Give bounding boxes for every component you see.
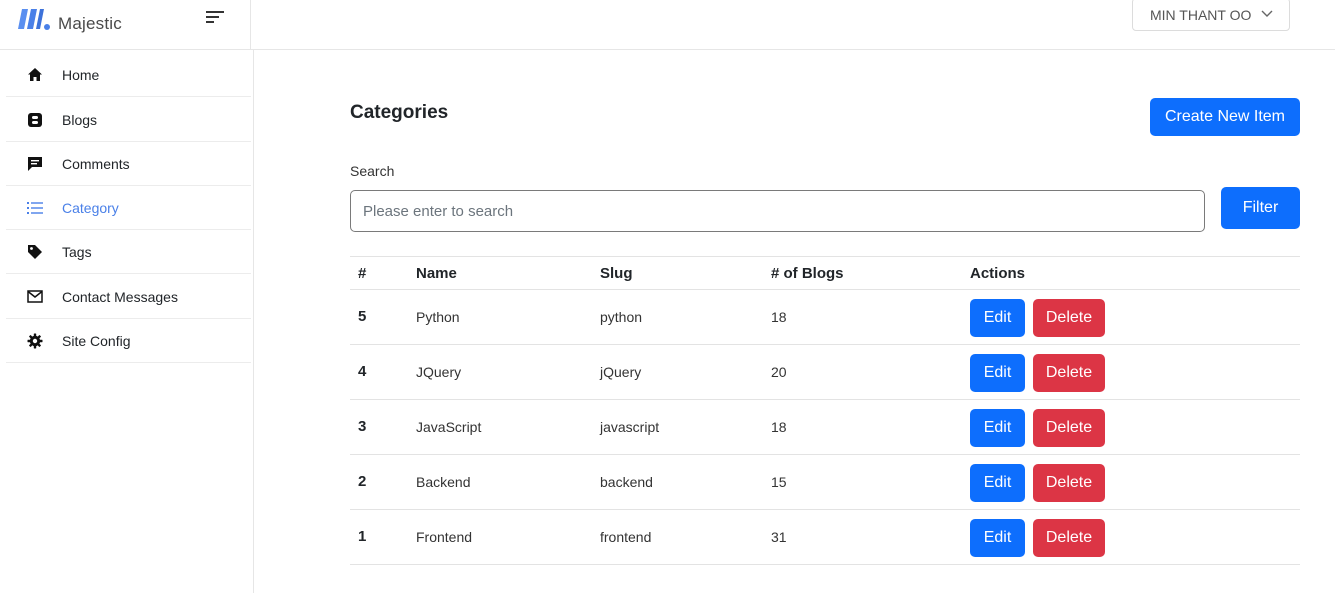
sidebar-item-label: Site Config [62, 332, 131, 349]
cell-blog-count: 18 [771, 309, 787, 325]
search-label: Search [350, 163, 395, 179]
sidebar-item-comments[interactable]: Comments [6, 142, 251, 186]
row-divider [964, 564, 1300, 565]
blog-icon [26, 111, 44, 129]
row-divider [350, 564, 964, 565]
sidebar-item-home[interactable]: Home [6, 53, 251, 97]
table-row: 1 Frontend frontend 31 Edit Delete [350, 510, 1300, 565]
delete-button[interactable]: Delete [1033, 299, 1105, 337]
sidebar-item-label: Category [62, 199, 119, 216]
sidebar-item-blogs[interactable]: Blogs [6, 98, 251, 142]
cell-blog-count: 31 [771, 529, 787, 545]
sidebar-item-label: Home [62, 66, 100, 83]
cell-index: 1 [358, 528, 367, 545]
sidebar-item-label: Blogs [62, 111, 98, 128]
edit-button[interactable]: Edit [970, 464, 1025, 502]
create-new-item-button[interactable]: Create New Item [1150, 98, 1300, 136]
edit-button[interactable]: Edit [970, 409, 1025, 447]
user-menu-button[interactable]: MIN THANT OO [1132, 0, 1290, 31]
tag-icon [26, 243, 44, 261]
column-header-slug: Slug [600, 265, 633, 282]
cell-index: 3 [358, 418, 367, 435]
cell-name: JQuery [416, 364, 462, 380]
edit-button[interactable]: Edit [970, 519, 1025, 557]
cell-index: 5 [358, 308, 367, 325]
cell-slug: frontend [600, 529, 652, 545]
mail-icon [26, 288, 44, 306]
comment-icon [26, 155, 44, 173]
list-icon [26, 199, 44, 217]
edit-button[interactable]: Edit [970, 354, 1025, 392]
cell-blog-count: 18 [771, 419, 787, 435]
cell-slug: python [600, 309, 643, 325]
cell-blog-count: 20 [771, 364, 787, 380]
delete-button[interactable]: Delete [1033, 519, 1105, 557]
cell-name: JavaScript [416, 419, 482, 435]
home-icon [26, 66, 44, 84]
cell-slug: backend [600, 474, 653, 490]
delete-button[interactable]: Delete [1033, 354, 1105, 392]
sidebar: Home Blogs Comments Category Tags Contac… [0, 50, 254, 593]
cell-name: Python [416, 309, 460, 325]
sidebar-item-label: Tags [62, 243, 92, 260]
cell-slug: jQuery [600, 364, 642, 380]
table-row: 4 JQuery jQuery 20 Edit Delete [350, 345, 1300, 400]
sidebar-item-site-config[interactable]: Site Config [6, 319, 251, 363]
top-bar: Majestic MIN THANT OO [0, 0, 1335, 50]
chevron-down-icon [1261, 10, 1273, 17]
column-header-index: # [358, 265, 367, 282]
cell-index: 4 [358, 363, 367, 380]
cell-name: Frontend [416, 529, 473, 545]
delete-button[interactable]: Delete [1033, 464, 1105, 502]
sidebar-item-label: Comments [62, 155, 130, 172]
user-name: MIN THANT OO [1150, 6, 1252, 23]
sidebar-item-label: Contact Messages [62, 288, 178, 305]
page-title: Categories [350, 102, 449, 123]
search-input[interactable] [350, 190, 1205, 232]
table-row: 3 JavaScript javascript 18 Edit Delete [350, 400, 1300, 455]
table-row: 5 Python python 18 Edit Delete [350, 290, 1300, 345]
table-row: 2 Backend backend 15 Edit Delete [350, 455, 1300, 510]
gear-icon [26, 332, 44, 350]
delete-button[interactable]: Delete [1033, 409, 1105, 447]
sidebar-item-contact-messages[interactable]: Contact Messages [6, 275, 251, 319]
menu-toggle-icon[interactable] [205, 10, 225, 26]
cell-blog-count: 15 [771, 474, 787, 490]
brand-name: Majestic [58, 14, 122, 33]
sidebar-item-tags[interactable]: Tags [6, 230, 251, 274]
edit-button[interactable]: Edit [970, 299, 1025, 337]
cell-index: 2 [358, 473, 367, 490]
cell-name: Backend [416, 474, 471, 490]
filter-button[interactable]: Filter [1221, 187, 1300, 229]
column-header-blog-count: # of Blogs [771, 265, 844, 282]
brand: Majestic [0, 0, 251, 50]
table-header: # Name Slug # of Blogs Actions [350, 256, 1300, 290]
cell-slug: javascript [600, 419, 660, 435]
sidebar-item-category[interactable]: Category [6, 186, 251, 230]
column-header-actions: Actions [970, 265, 1026, 282]
majestic-logo-icon [18, 9, 50, 30]
column-header-name: Name [416, 265, 457, 282]
